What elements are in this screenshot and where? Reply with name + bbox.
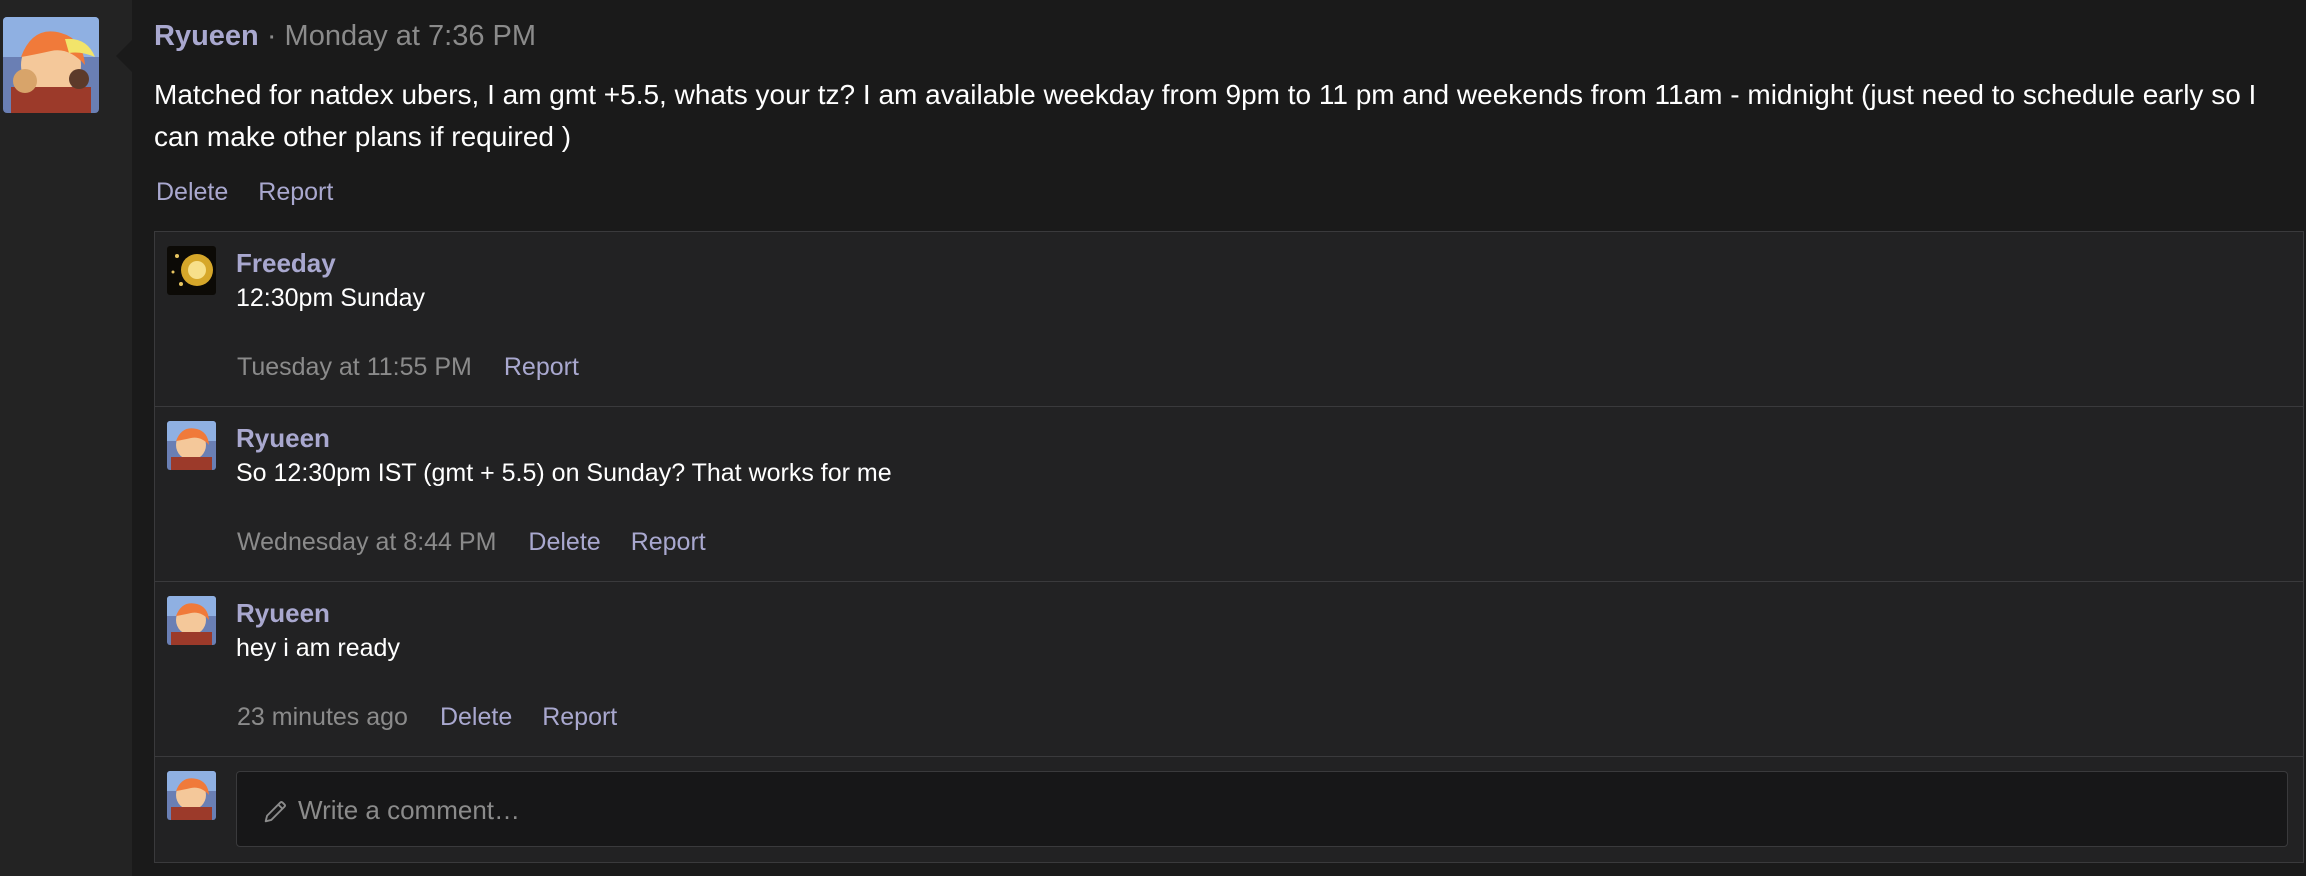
profile-post-page: Ryueen · Monday at 7:36 PM Matched for n…	[0, 0, 2306, 876]
comment-input[interactable]: Write a comment…	[236, 771, 2288, 847]
comment-timestamp[interactable]: Wednesday at 8:44 PM	[237, 528, 496, 556]
comment-timestamp[interactable]: 23 minutes ago	[237, 703, 408, 731]
comment-author-avatar[interactable]	[167, 421, 216, 470]
bubble-arrow	[116, 40, 132, 72]
post-body: Matched for natdex ubers, I am gmt +5.5,…	[154, 79, 2257, 152]
comment-meta: 23 minutes ago Delete Report	[237, 703, 647, 732]
current-user-avatar	[167, 771, 216, 820]
left-rail	[0, 0, 132, 876]
post-timestamp[interactable]: Monday at 7:36 PM	[285, 20, 536, 52]
comment-author-name[interactable]: Ryueen	[236, 423, 330, 454]
comment-author-avatar[interactable]	[167, 596, 216, 645]
comment-input-placeholder: Write a comment…	[298, 795, 521, 825]
comment-item: Ryueen hey i am ready 23 minutes ago Dele…	[155, 582, 2303, 757]
post-report-link[interactable]: Report	[258, 178, 333, 206]
comment-delete-link[interactable]: Delete	[528, 528, 600, 556]
avatar-image	[167, 596, 216, 645]
comment-composer: Write a comment…	[155, 757, 2303, 863]
avatar-image	[167, 421, 216, 470]
post-actions: Delete Report	[156, 178, 363, 207]
post-delete-link[interactable]: Delete	[156, 178, 228, 206]
avatar-image	[3, 17, 99, 113]
comment-text: 12:30pm Sunday	[236, 284, 426, 312]
comment-author-name[interactable]: Ryueen	[236, 598, 330, 629]
comment-author-name[interactable]: Freeday	[236, 248, 336, 279]
comment-report-link[interactable]: Report	[504, 353, 579, 381]
comment-delete-link[interactable]: Delete	[440, 703, 512, 731]
comment-report-link[interactable]: Report	[542, 703, 617, 731]
comment-text: So 12:30pm IST (gmt + 5.5) on Sunday? Th…	[236, 459, 892, 487]
post-header: Ryueen · Monday at 7:36 PM	[154, 20, 536, 53]
comment-meta: Tuesday at 11:55 PM Report	[237, 353, 609, 382]
pencil-icon	[264, 801, 286, 823]
comment-timestamp[interactable]: Tuesday at 11:55 PM	[237, 353, 472, 381]
comment-meta: Wednesday at 8:44 PM Delete Report	[237, 528, 736, 557]
comment-item: Freeday 12:30pm Sunday Tuesday at 11:55 …	[155, 232, 2303, 407]
post-author-name[interactable]: Ryueen	[154, 20, 259, 52]
avatar-image	[167, 771, 216, 820]
comment-text: hey i am ready	[236, 634, 400, 662]
comment-report-link[interactable]: Report	[631, 528, 706, 556]
post-author-avatar[interactable]	[3, 17, 99, 113]
comment-item: Ryueen So 12:30pm IST (gmt + 5.5) on Sun…	[155, 407, 2303, 582]
comment-author-avatar[interactable]	[167, 246, 216, 295]
post: Ryueen · Monday at 7:36 PM Matched for n…	[132, 0, 2306, 876]
header-separator: ·	[258, 20, 285, 52]
comments-list: Freeday 12:30pm Sunday Tuesday at 11:55 …	[154, 231, 2304, 863]
avatar-image	[167, 246, 216, 295]
